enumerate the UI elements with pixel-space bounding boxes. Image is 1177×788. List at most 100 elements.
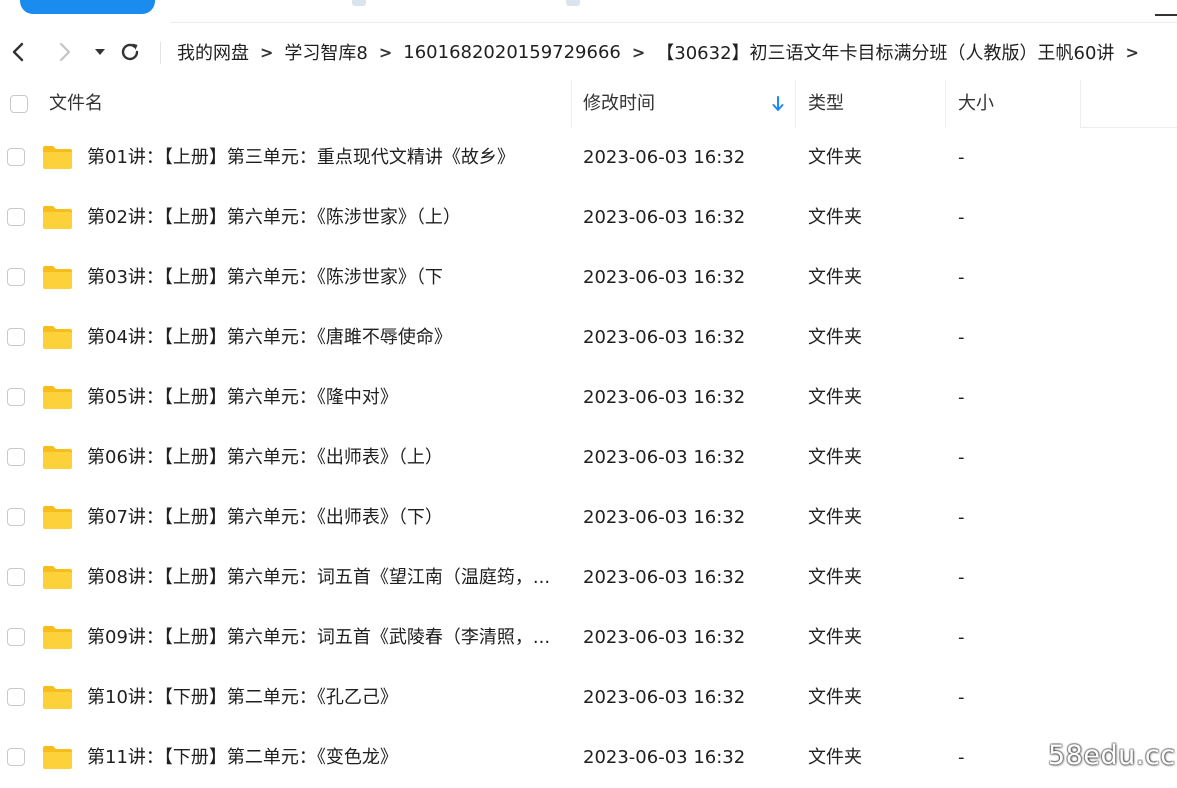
- file-size: -: [958, 507, 965, 528]
- table-row[interactable]: 第08讲：【上册】第六单元：词五首《望江南（温庭筠，... 2023-06-03…: [0, 548, 1177, 608]
- modified-time: 2023-06-03 16:32: [583, 447, 746, 468]
- file-size: -: [958, 147, 965, 168]
- refresh-icon[interactable]: [118, 40, 142, 64]
- file-type: 文件夹: [808, 567, 862, 588]
- column-header-size[interactable]: 大小: [958, 80, 994, 128]
- file-type: 文件夹: [808, 447, 862, 468]
- file-type: 文件夹: [808, 387, 862, 408]
- file-size: -: [958, 387, 965, 408]
- breadcrumb-item[interactable]: 1601682020159729666: [402, 42, 622, 63]
- table-row[interactable]: 第02讲：【上册】第六单元：《陈涉世家》（上） 2023-06-03 16:32…: [0, 188, 1177, 248]
- breadcrumb: 我的网盘 > 学习智库8 > 1601682020159729666 > 【30…: [176, 32, 1149, 72]
- file-type: 文件夹: [808, 507, 862, 528]
- breadcrumb-item[interactable]: 学习智库8: [283, 39, 368, 65]
- file-name[interactable]: 第08讲：【上册】第六单元：词五首《望江南（温庭筠，...: [87, 548, 562, 608]
- table-row[interactable]: 第06讲：【上册】第六单元：《出师表》（上） 2023-06-03 16:32 …: [0, 428, 1177, 488]
- breadcrumb-separator: >: [378, 42, 393, 62]
- row-checkbox[interactable]: [7, 208, 25, 226]
- folder-icon: [43, 566, 72, 589]
- table-row[interactable]: 第10讲：【下册】第二单元：《孔乙己》 2023-06-03 16:32 文件夹…: [0, 668, 1177, 728]
- table-row[interactable]: 第01讲：【上册】第三单元：重点现代文精讲《故乡》 2023-06-03 16:…: [0, 128, 1177, 188]
- folder-icon: [43, 446, 72, 469]
- row-checkbox[interactable]: [7, 148, 25, 166]
- sort-descending-icon[interactable]: [771, 94, 785, 114]
- column-divider[interactable]: [945, 80, 946, 128]
- table-row[interactable]: 第07讲：【上册】第六单元：《出师表》（下） 2023-06-03 16:32 …: [0, 488, 1177, 548]
- table-row[interactable]: 第05讲：【上册】第六单元：《隆中对》 2023-06-03 16:32 文件夹…: [0, 368, 1177, 428]
- row-checkbox[interactable]: [7, 388, 25, 406]
- file-name[interactable]: 第03讲：【上册】第六单元：《陈涉世家》（下: [87, 248, 562, 308]
- file-name[interactable]: 第04讲：【上册】第六单元：《唐雎不辱使命》: [87, 308, 562, 368]
- breadcrumb-item[interactable]: 【30632】初三语文年卡目标满分班（人教版）王帆60讲: [655, 39, 1115, 65]
- file-name[interactable]: 第09讲：【上册】第六单元：词五首《武陵春（李清照，...: [87, 608, 562, 668]
- modified-time: 2023-06-03 16:32: [583, 147, 746, 168]
- file-name[interactable]: 第07讲：【上册】第六单元：《出师表》（下）: [87, 488, 562, 548]
- toolbar-divider: [170, 22, 1177, 23]
- table-row[interactable]: 第03讲：【上册】第六单元：《陈涉世家》（下 2023-06-03 16:32 …: [0, 248, 1177, 308]
- file-name[interactable]: 第05讲：【上册】第六单元：《隆中对》: [87, 368, 562, 428]
- column-header-name[interactable]: 文件名: [49, 80, 103, 128]
- column-divider[interactable]: [571, 80, 572, 128]
- folder-icon: [43, 386, 72, 409]
- file-size: -: [958, 327, 965, 348]
- folder-icon: [43, 146, 72, 169]
- file-name[interactable]: 第06讲：【上册】第六单元：《出师表》（上）: [87, 428, 562, 488]
- table-row[interactable]: 第04讲：【上册】第六单元：《唐雎不辱使命》 2023-06-03 16:32 …: [0, 308, 1177, 368]
- file-size: -: [958, 207, 965, 228]
- file-name[interactable]: 第11讲：【下册】第二单元：《变色龙》: [87, 728, 562, 788]
- navigation-bar: 我的网盘 > 学习智库8 > 1601682020159729666 > 【30…: [0, 32, 1177, 72]
- file-size: -: [958, 567, 965, 588]
- folder-icon: [43, 506, 72, 529]
- column-header-modified[interactable]: 修改时间: [583, 80, 655, 128]
- file-size: -: [958, 267, 965, 288]
- menu-icon[interactable]: [1155, 14, 1177, 16]
- row-checkbox[interactable]: [7, 508, 25, 526]
- watermark: 58edu.cc: [1048, 740, 1176, 771]
- file-type: 文件夹: [808, 207, 862, 228]
- caret-down-icon[interactable]: [88, 40, 112, 64]
- row-checkbox[interactable]: [7, 448, 25, 466]
- file-name[interactable]: 第01讲：【上册】第三单元：重点现代文精讲《故乡》: [87, 128, 562, 188]
- column-divider[interactable]: [1080, 80, 1081, 128]
- file-name[interactable]: 第10讲：【下册】第二单元：《孔乙己》: [87, 668, 562, 728]
- file-size: -: [958, 447, 965, 468]
- modified-time: 2023-06-03 16:32: [583, 627, 746, 648]
- row-checkbox[interactable]: [7, 688, 25, 706]
- breadcrumb-separator: >: [260, 42, 274, 62]
- select-all-checkbox[interactable]: [10, 95, 28, 113]
- arrow-right-icon[interactable]: [53, 40, 77, 64]
- row-checkbox[interactable]: [7, 268, 25, 286]
- toolbar-icon[interactable]: [352, 0, 366, 6]
- folder-icon: [43, 206, 72, 229]
- file-size: -: [958, 627, 965, 648]
- row-checkbox[interactable]: [7, 748, 25, 766]
- file-name[interactable]: 第02讲：【上册】第六单元：《陈涉世家》（上）: [87, 188, 562, 248]
- modified-time: 2023-06-03 16:32: [583, 687, 746, 708]
- file-size: -: [958, 687, 965, 708]
- nav-divider: [160, 42, 161, 64]
- folder-icon: [43, 626, 72, 649]
- table-row[interactable]: 第11讲：【下册】第二单元：《变色龙》 2023-06-03 16:32 文件夹…: [0, 728, 1177, 788]
- column-header-type[interactable]: 类型: [808, 80, 844, 128]
- modified-time: 2023-06-03 16:32: [583, 567, 746, 588]
- modified-time: 2023-06-03 16:32: [583, 747, 746, 768]
- top-toolbar: [0, 0, 1177, 22]
- folder-icon: [43, 326, 72, 349]
- toolbar-icon[interactable]: [566, 0, 580, 6]
- file-list-header: 文件名 修改时间 类型 大小: [0, 80, 1177, 128]
- row-checkbox[interactable]: [7, 628, 25, 646]
- row-checkbox[interactable]: [7, 568, 25, 586]
- file-size: -: [958, 747, 965, 768]
- modified-time: 2023-06-03 16:32: [583, 387, 746, 408]
- file-type: 文件夹: [808, 687, 862, 708]
- breadcrumb-item[interactable]: 我的网盘: [176, 39, 250, 65]
- file-type: 文件夹: [808, 147, 862, 168]
- folder-icon: [43, 266, 72, 289]
- modified-time: 2023-06-03 16:32: [583, 207, 746, 228]
- row-checkbox[interactable]: [7, 328, 25, 346]
- arrow-left-icon[interactable]: [6, 40, 30, 64]
- upload-button[interactable]: [20, 0, 155, 14]
- table-row[interactable]: 第09讲：【上册】第六单元：词五首《武陵春（李清照，... 2023-06-03…: [0, 608, 1177, 668]
- file-type: 文件夹: [808, 267, 862, 288]
- column-divider[interactable]: [795, 80, 796, 128]
